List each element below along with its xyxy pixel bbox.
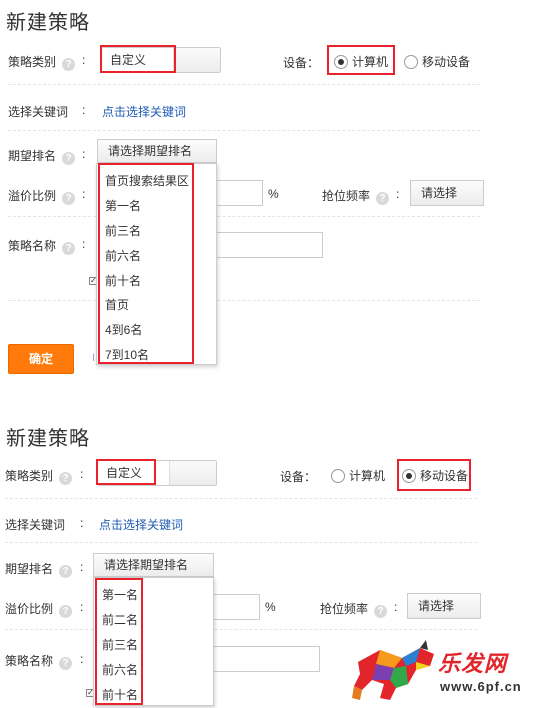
partial-text: I [92, 352, 96, 364]
frequency-select[interactable]: 请选择 [407, 593, 481, 619]
colon: : [80, 560, 84, 574]
help-icon[interactable]: ? [62, 192, 76, 205]
rank-option[interactable]: 4到6名 [105, 321, 142, 338]
help-icon[interactable]: ? [59, 657, 73, 670]
rank-option[interactable]: 第一名 [105, 197, 141, 214]
colon: : [396, 187, 400, 201]
device-radio-computer[interactable]: 计算机 [334, 53, 388, 70]
radio-checked-icon [334, 54, 348, 69]
device-radio-mobile[interactable]: 移动设备 [404, 53, 470, 70]
colon: : [80, 600, 84, 614]
colon: : [80, 516, 84, 530]
strategy-type-label: 策略类别? [5, 467, 73, 485]
help-icon[interactable]: ? [62, 152, 76, 165]
page-title: 新建策略 [6, 428, 90, 450]
help-icon[interactable]: ? [374, 605, 388, 618]
device-radio-mobile[interactable]: 移动设备 [402, 467, 468, 484]
rank-option[interactable]: 前三名 [105, 222, 141, 239]
divider [8, 216, 480, 217]
name-label: 策略名称? [5, 652, 73, 670]
rank-dropdown: 首页搜索结果区 第一名 前三名 前六名 前十名 首页 4到6名 7到10名 [96, 163, 217, 365]
help-icon[interactable]: ? [62, 242, 76, 255]
rank-label: 期望排名? [8, 147, 76, 165]
divider [8, 300, 480, 301]
rank-dropdown: 第一名 前二名 前三名 前六名 前十名 [93, 577, 214, 706]
colon: : [82, 237, 86, 251]
rank-option[interactable]: 前二名 [102, 611, 138, 628]
rank-option[interactable]: 前十名 [105, 272, 141, 289]
rank-select[interactable]: 请选择期望排名 [93, 553, 214, 577]
frequency-select[interactable]: 请选择 [410, 180, 484, 206]
help-icon[interactable]: ? [59, 472, 73, 485]
frequency-label: 抢位频率? [320, 600, 388, 618]
divider [8, 130, 480, 131]
watermark-url: www.6pf.cn [440, 679, 522, 694]
keyword-label: 选择关键词 [5, 518, 66, 532]
colon: : [80, 652, 84, 666]
strategy-type-custom[interactable]: 自定义 [98, 461, 170, 485]
select-keywords-link[interactable]: 点击选择关键词 [102, 103, 186, 120]
keyword-label: 选择关键词 [8, 105, 69, 119]
percent-sign: % [265, 600, 276, 614]
radio-unchecked-icon [404, 54, 418, 69]
help-icon[interactable]: ? [59, 565, 73, 578]
watermark-brand: 乐发网 [438, 651, 508, 677]
select-keywords-link[interactable]: 点击选择关键词 [99, 516, 183, 533]
rank-option[interactable]: 前六名 [102, 661, 138, 678]
device-radio-computer[interactable]: 计算机 [331, 467, 385, 484]
percent-sign: % [268, 187, 279, 201]
rank-select[interactable]: 请选择期望排名 [97, 139, 217, 163]
confirm-button[interactable]: 确定 [8, 344, 74, 374]
radio-checked-icon [402, 468, 416, 483]
radio-unchecked-icon [331, 468, 345, 483]
help-icon[interactable]: ? [62, 58, 76, 71]
premium-label: 溢价比例? [5, 600, 73, 618]
colon: : [82, 187, 86, 201]
device-label: 设备： [280, 470, 317, 484]
page-title: 新建策略 [6, 12, 90, 34]
help-icon[interactable]: ? [376, 192, 390, 205]
strategy-type-label: 策略类别? [8, 53, 76, 71]
help-icon[interactable]: ? [59, 605, 73, 618]
strategy-panel-computer: 新建策略 策略类别? : 自定义 设备： 计算机 移动设备 选择关键词 : 点击… [0, 0, 540, 380]
premium-label: 溢价比例? [8, 187, 76, 205]
colon: : [80, 467, 84, 481]
divider [8, 84, 480, 85]
strategy-type-custom[interactable]: 自定义 [102, 48, 174, 72]
rank-option[interactable]: 前六名 [105, 247, 141, 264]
frequency-label: 抢位频率? [322, 187, 390, 205]
colon: : [82, 53, 86, 67]
rank-option[interactable]: 前三名 [102, 636, 138, 653]
divider [5, 542, 477, 543]
strategy-type-toggle[interactable]: 自定义 [97, 460, 217, 486]
colon: : [394, 600, 398, 614]
rank-option[interactable]: 前十名 [102, 686, 138, 703]
rank-option[interactable]: 首页 [105, 296, 129, 313]
name-label: 策略名称? [8, 237, 76, 255]
colon: : [82, 103, 86, 117]
rank-option[interactable]: 第一名 [102, 586, 138, 603]
device-label: 设备： [283, 56, 320, 70]
divider [5, 629, 477, 630]
strategy-type-toggle[interactable]: 自定义 [101, 47, 221, 73]
rank-option[interactable]: 首页搜索结果区 [105, 172, 189, 189]
rank-label: 期望排名? [5, 560, 73, 578]
rank-option[interactable]: 7到10名 [105, 346, 149, 363]
divider [5, 498, 477, 499]
colon: : [82, 147, 86, 161]
